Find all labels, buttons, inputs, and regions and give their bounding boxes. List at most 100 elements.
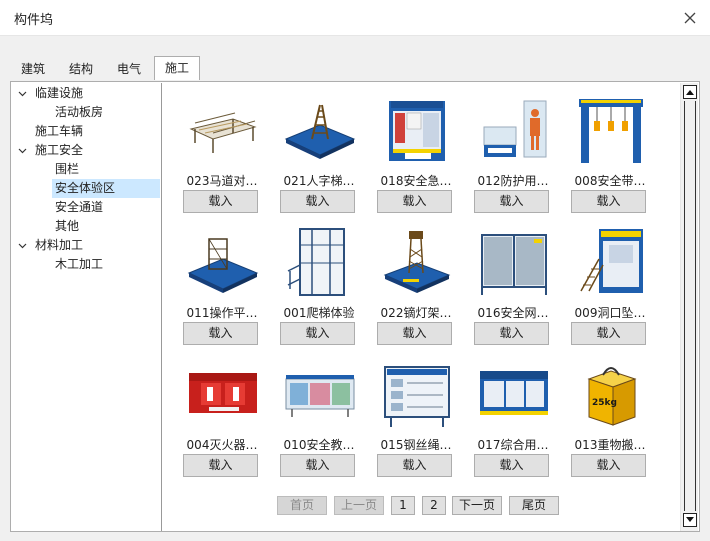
weight-text: 25kg	[592, 398, 617, 408]
load-button[interactable]: 载入	[571, 190, 646, 213]
component-name: 012防护用…	[477, 174, 549, 188]
tree-label: 材料加工	[35, 238, 84, 252]
tree-node-other[interactable]: 其他	[12, 217, 160, 236]
component-name: 023马道对…	[186, 174, 258, 188]
next-page-button[interactable]: 下一页	[452, 496, 502, 515]
close-icon[interactable]	[678, 6, 702, 30]
load-button[interactable]: 载入	[377, 190, 452, 213]
tree-label: 安全通道	[55, 200, 104, 214]
first-aid-booth-icon	[379, 93, 454, 168]
pagination: 首页 上一页 1 2 下一页 尾页	[163, 496, 679, 515]
load-button[interactable]: 载入	[280, 322, 355, 345]
prev-page-button[interactable]: 上一页	[334, 496, 384, 515]
a-ladder-icon	[282, 93, 357, 168]
scroll-down-icon[interactable]	[683, 513, 697, 527]
component-name: 009洞口坠…	[574, 306, 646, 320]
opening-fall-icon	[573, 225, 648, 300]
component-card: 004灭火器… 载入	[182, 357, 262, 482]
load-button[interactable]: 载入	[474, 322, 549, 345]
tab-bar: 建筑 结构 电气 施工	[0, 36, 710, 82]
tree-node-woodworking[interactable]: 木工加工	[12, 255, 160, 274]
component-name: 001爬梯体验	[283, 306, 355, 320]
light-tower-icon	[379, 225, 454, 300]
component-name: 011操作平…	[186, 306, 258, 320]
load-button[interactable]: 载入	[183, 190, 258, 213]
tab-electrical[interactable]: 电气	[110, 58, 148, 80]
electric-cabinet-icon	[476, 357, 551, 432]
tab-panel: 临建设施 活动板房 施工车辆 施工安全 围栏 安全体验区 安全通道 其他 材料加…	[10, 81, 700, 532]
load-button[interactable]: 载入	[280, 190, 355, 213]
tree-node-safety-experience[interactable]: 安全体验区	[52, 179, 160, 198]
component-card: 018安全急… 载入	[376, 93, 456, 218]
chevron-down-icon[interactable]	[17, 141, 27, 160]
component-name: 013重物搬…	[574, 438, 646, 452]
scroll-track[interactable]	[684, 101, 696, 511]
load-button[interactable]: 载入	[280, 454, 355, 477]
component-name: 016安全网…	[477, 306, 549, 320]
tree-node-material-processing[interactable]: 材料加工	[12, 236, 160, 255]
load-button[interactable]: 载入	[474, 190, 549, 213]
load-button[interactable]: 载入	[377, 454, 452, 477]
tab-structure[interactable]: 结构	[62, 58, 100, 80]
tree-label: 活动板房	[55, 105, 104, 119]
safety-belt-frame-icon	[573, 93, 648, 168]
tree-node-construction-safety[interactable]: 施工安全	[12, 141, 160, 160]
component-card: 017综合用… 载入	[473, 357, 553, 482]
load-button[interactable]: 载入	[183, 454, 258, 477]
first-page-button[interactable]: 首页	[277, 496, 327, 515]
component-card: 015钢丝绳… 载入	[376, 357, 456, 482]
load-button[interactable]: 载入	[571, 454, 646, 477]
tree-label: 临建设施	[35, 86, 84, 100]
operation-platform-icon	[185, 225, 260, 300]
last-page-button[interactable]: 尾页	[509, 496, 559, 515]
category-tree: 临建设施 活动板房 施工车辆 施工安全 围栏 安全体验区 安全通道 其他 材料加…	[12, 83, 162, 531]
component-card: 022镝灯架… 载入	[376, 225, 456, 350]
tree-label: 围栏	[55, 162, 80, 176]
tab-construction[interactable]: 施工	[154, 56, 200, 80]
component-card: 023马道对… 载入	[182, 93, 262, 218]
component-name: 010安全教…	[283, 438, 355, 452]
component-card: 001爬梯体验 载入	[279, 225, 359, 350]
tree-node-fence[interactable]: 围栏	[12, 160, 160, 179]
component-name: 015钢丝绳…	[380, 438, 452, 452]
chevron-down-icon[interactable]	[17, 84, 27, 103]
ppe-display-icon	[476, 93, 551, 168]
load-button[interactable]: 载入	[377, 322, 452, 345]
component-card: 009洞口坠… 载入	[570, 225, 650, 350]
tree-label: 施工车辆	[35, 124, 84, 138]
weight-box-icon: 25kg	[573, 357, 648, 432]
tab-architecture[interactable]: 建筑	[14, 58, 52, 80]
safety-net-icon	[476, 225, 551, 300]
title-bar: 构件坞	[0, 0, 710, 36]
component-card: 011操作平… 载入	[182, 225, 262, 350]
component-card: 25kg 013重物搬… 载入	[570, 357, 650, 482]
page-1-button[interactable]: 1	[391, 496, 415, 515]
component-name: 018安全急…	[380, 174, 452, 188]
vertical-scrollbar[interactable]	[680, 83, 698, 531]
component-name: 021人字梯…	[283, 174, 355, 188]
climb-ladder-icon	[282, 225, 357, 300]
tree-node-safety-passage[interactable]: 安全通道	[12, 198, 160, 217]
load-button[interactable]: 载入	[183, 322, 258, 345]
load-button[interactable]: 载入	[571, 322, 646, 345]
wire-rope-board-icon	[379, 357, 454, 432]
education-board-icon	[282, 357, 357, 432]
component-card: 021人字梯… 载入	[279, 93, 359, 218]
window-title: 构件坞	[14, 13, 54, 28]
chevron-down-icon[interactable]	[17, 236, 27, 255]
tree-label: 木工加工	[55, 257, 104, 271]
walkway-scaffold-icon	[185, 93, 260, 168]
tree-node-temporary-facilities[interactable]: 临建设施	[12, 84, 160, 103]
component-card: 010安全教… 载入	[279, 357, 359, 482]
scroll-up-icon[interactable]	[683, 85, 697, 99]
page-2-button[interactable]: 2	[422, 496, 446, 515]
tree-label: 施工安全	[35, 143, 84, 157]
fire-extinguisher-icon	[185, 357, 260, 432]
component-name: 008安全带…	[574, 174, 646, 188]
tree-node-construction-vehicles[interactable]: 施工车辆	[12, 122, 160, 141]
component-name: 017综合用…	[477, 438, 549, 452]
tree-node-portable-house[interactable]: 活动板房	[12, 103, 160, 122]
load-button[interactable]: 载入	[474, 454, 549, 477]
tree-label: 其他	[55, 219, 80, 233]
tree-label: 安全体验区	[55, 181, 116, 195]
